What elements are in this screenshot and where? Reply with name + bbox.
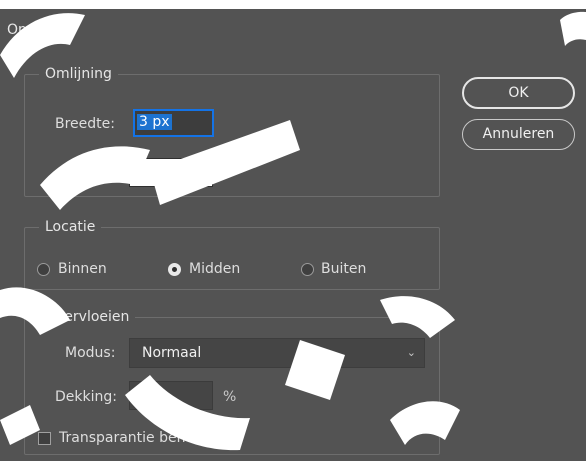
title-bar: Omlijnen ×: [0, 9, 586, 52]
opacity-label: Dekking:: [55, 389, 117, 405]
radio-center[interactable]: [168, 263, 181, 276]
close-icon[interactable]: ×: [562, 17, 582, 39]
color-label: Kleur:: [76, 166, 117, 182]
blend-group: Overvloeien Modus: Normaal ⌄ Dekking: 10…: [24, 308, 440, 455]
color-swatch[interactable]: [129, 158, 213, 187]
dialog-content: Omlijning Breedte: 3 px Kleur: Locatie B…: [0, 52, 586, 461]
radio-inside-label[interactable]: Binnen: [58, 260, 107, 278]
chevron-down-icon: ⌄: [406, 346, 416, 359]
blend-group-legend: Overvloeien: [39, 308, 136, 326]
width-label: Breedte:: [55, 116, 115, 132]
mode-label: Modus:: [65, 345, 116, 361]
width-input[interactable]: 3 px: [133, 109, 214, 137]
width-value: 3 px: [137, 114, 172, 130]
ok-button[interactable]: OK: [462, 77, 575, 109]
blend-mode-value: Normaal: [142, 345, 202, 361]
preserve-transparency-checkbox[interactable]: [38, 432, 51, 445]
opacity-input[interactable]: 100: [129, 381, 213, 410]
opacity-unit: %: [223, 389, 237, 405]
screen: Omlijnen × Omlijning Breedte: 3 px Kleur…: [0, 0, 586, 461]
stroke-group: Omlijning Breedte: 3 px Kleur:: [24, 65, 440, 197]
radio-center-label[interactable]: Midden: [189, 260, 240, 278]
blend-mode-select[interactable]: Normaal ⌄: [129, 338, 425, 368]
radio-outside[interactable]: [301, 263, 314, 276]
radio-inside[interactable]: [37, 263, 50, 276]
dialog-title: Omlijnen: [7, 22, 70, 38]
location-group-legend: Locatie: [39, 218, 102, 236]
stroke-dialog: Omlijnen × Omlijning Breedte: 3 px Kleur…: [0, 9, 586, 461]
opacity-value: 100: [137, 387, 164, 403]
stroke-group-legend: Omlijning: [39, 65, 118, 83]
radio-outside-label[interactable]: Buiten: [321, 260, 366, 278]
preserve-transparency-label[interactable]: Transparantie behouden: [59, 429, 229, 447]
location-group: Locatie Binnen Midden Buiten: [24, 218, 440, 290]
cancel-button[interactable]: Annuleren: [462, 119, 575, 150]
